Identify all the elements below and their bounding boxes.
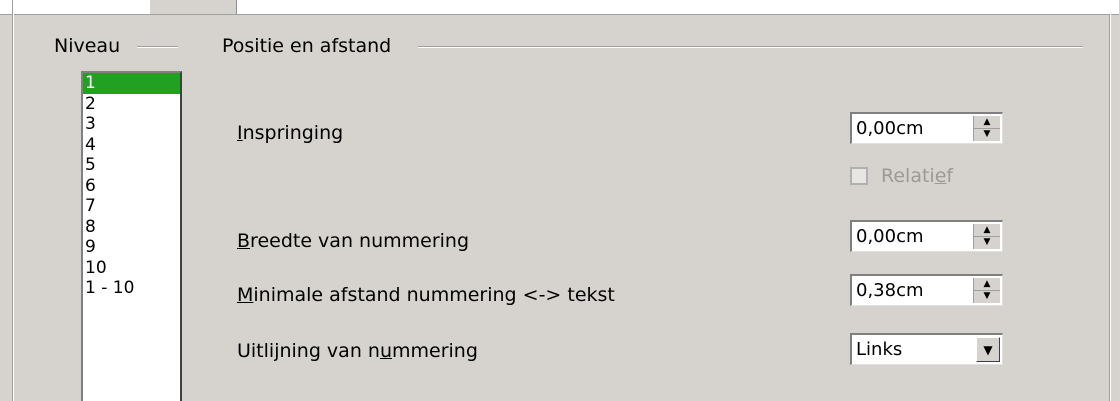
relatief-label: Relatief <box>881 164 953 188</box>
uitlijning-value[interactable]: Links <box>856 337 902 363</box>
positie-group-line-highlight <box>418 47 1083 48</box>
breedte-spin-buttons[interactable]: ▲ ▼ <box>973 224 1000 249</box>
list-item-niveau-2[interactable]: 2 <box>83 94 180 115</box>
breedte-label: Breedte van nummering <box>237 229 469 253</box>
inspringing-spin-buttons[interactable]: ▲ ▼ <box>973 116 1000 141</box>
minimale-afstand-value[interactable]: 0,38cm <box>856 278 924 304</box>
uitlijning-label-post: mmering <box>392 340 478 362</box>
list-item-niveau-5[interactable]: 5 <box>83 155 180 176</box>
minimale-label-mnemonic: M <box>237 284 254 306</box>
inspringing-value[interactable]: 0,00cm <box>856 116 924 142</box>
uitlijning-label-pre: Uitlijning van n <box>237 340 380 362</box>
dialog-border-left-highlight <box>13 0 14 401</box>
list-item-niveau-6[interactable]: 6 <box>83 176 180 197</box>
list-item-niveau-3[interactable]: 3 <box>83 114 180 135</box>
list-item-niveau-9[interactable]: 9 <box>83 237 180 258</box>
breedte-value[interactable]: 0,00cm <box>856 224 924 250</box>
minimale-label-post: inimale afstand nummering <-> tekst <box>253 284 615 306</box>
dialog-border-right-highlight <box>1110 14 1111 401</box>
niveau-group-title: Niveau <box>54 34 127 58</box>
niveau-group-line-highlight <box>137 47 178 48</box>
uitlijning-select[interactable]: Links ▼ <box>850 333 1003 365</box>
inspringing-label-post: nspringing <box>242 122 344 144</box>
spin-down-icon[interactable]: ▼ <box>974 236 1000 248</box>
list-item-niveau-1-10[interactable]: 1 - 10 <box>83 278 180 299</box>
uitlijning-label-mnemonic: u <box>379 340 392 362</box>
relatief-checkbox[interactable] <box>850 167 868 185</box>
minimale-afstand-label: Minimale afstand nummering <-> tekst <box>237 283 615 307</box>
inspringing-label: Inspringing <box>237 121 343 145</box>
spin-down-icon[interactable]: ▼ <box>974 128 1000 140</box>
breedte-label-post: reedte van nummering <box>250 230 470 252</box>
minimale-afstand-spinbox[interactable]: 0,38cm ▲ ▼ <box>850 274 1003 306</box>
uitlijning-label: Uitlijning van nummering <box>237 339 478 363</box>
list-item-niveau-7[interactable]: 7 <box>83 196 180 217</box>
chevron-down-icon[interactable]: ▼ <box>976 337 1000 362</box>
list-item-niveau-8[interactable]: 8 <box>83 217 180 238</box>
minimale-afstand-spin-buttons[interactable]: ▲ ▼ <box>973 278 1000 303</box>
inspringing-spinbox[interactable]: 0,00cm ▲ ▼ <box>850 112 1003 144</box>
list-item-niveau-1[interactable]: 1 <box>83 73 180 94</box>
relatief-label-mnemonic: e <box>934 165 947 187</box>
niveau-listbox[interactable]: 1 2 3 4 5 6 7 8 9 10 1 - 10 <box>81 71 182 401</box>
positie-group-title: Positie en afstand <box>222 34 398 58</box>
spin-down-icon[interactable]: ▼ <box>974 290 1000 302</box>
list-item-niveau-4[interactable]: 4 <box>83 135 180 156</box>
breedte-label-mnemonic: B <box>237 230 251 252</box>
relatief-label-pre: Relati <box>881 165 935 187</box>
list-item-niveau-10[interactable]: 10 <box>83 258 180 279</box>
breedte-spinbox[interactable]: 0,00cm ▲ ▼ <box>850 220 1003 252</box>
relatief-label-post: f <box>946 165 954 187</box>
active-tab-edge[interactable] <box>150 0 237 14</box>
